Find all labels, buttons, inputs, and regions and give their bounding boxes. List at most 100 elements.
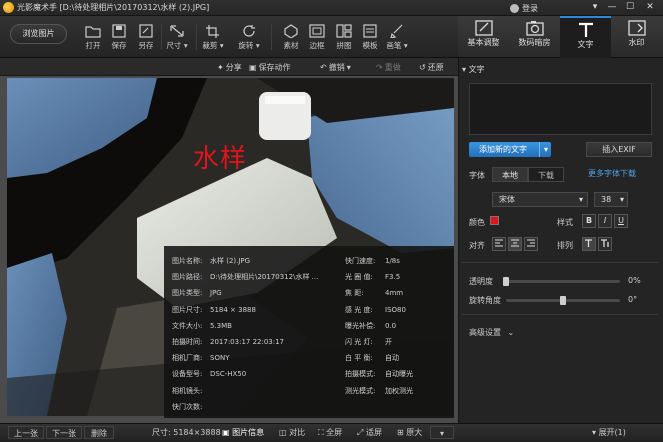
border-icon — [309, 24, 325, 38]
insert-exif-button[interactable]: 插入EXIF — [586, 142, 652, 157]
tab-digital-darkroom-label: 数码暗房 — [518, 38, 551, 47]
vertical-layout-button[interactable] — [598, 237, 612, 251]
font-size-select[interactable]: 38 ▾ — [594, 192, 628, 207]
expand-filmstrip-button[interactable]: ▾ 展开(1) — [592, 426, 626, 439]
folder-open-icon — [85, 26, 101, 38]
horizontal-layout-button[interactable] — [582, 237, 596, 251]
save-label: 保存 — [111, 41, 127, 50]
section-header[interactable]: ▾ 文字 — [462, 64, 485, 75]
rotate-angle-slider-handle[interactable] — [560, 296, 566, 305]
resize-button[interactable]: 尺寸 ▾ — [164, 22, 190, 54]
save-as-icon — [139, 24, 153, 38]
info-label: 曝光补偿: — [345, 321, 376, 330]
opacity-label: 透明度 — [469, 277, 493, 286]
compare-button[interactable]: ◫ 对比 — [279, 426, 305, 439]
align-right-button[interactable] — [524, 237, 538, 251]
restore-button[interactable]: ↺ 还原 — [419, 59, 444, 75]
login-label: 登录 — [522, 3, 538, 13]
chevron-down-icon: ▾ — [592, 428, 597, 437]
border-label: 边框 — [309, 41, 325, 50]
open-button[interactable]: 打开 — [80, 22, 106, 54]
info-value: ISO80 — [385, 305, 406, 314]
delete-button[interactable]: 删除 — [84, 426, 114, 439]
menu-dropdown-button[interactable]: ▾ — [588, 1, 602, 14]
template-button[interactable]: 模板 — [357, 22, 383, 54]
chevron-down-icon[interactable]: ▾ — [538, 142, 548, 157]
border-button[interactable]: 边框 — [304, 22, 330, 54]
next-image-button[interactable]: 下一张 — [46, 426, 82, 439]
text-input-area[interactable] — [469, 83, 652, 135]
rotate-button[interactable]: 旋转 ▾ — [236, 22, 262, 54]
fit-screen-button[interactable]: ⤢ 适屏 — [357, 426, 382, 439]
user-icon — [510, 3, 519, 13]
chevron-down-icon: ▾ — [578, 195, 583, 204]
info-value: 自动 — [385, 354, 399, 363]
brush-button[interactable]: 画笔 ▾ — [384, 22, 410, 54]
close-button[interactable]: ✕ — [643, 1, 657, 14]
add-text-button[interactable]: 添加新的文字 ▾ — [469, 142, 551, 157]
share-button[interactable]: ✦ 分享 — [217, 59, 242, 75]
fullscreen-button[interactable]: ⛶ 全屏 — [318, 426, 342, 439]
zoom-icon: ⊞ — [397, 428, 404, 437]
info-row: 图片路径: D:\待处理相片\20170312\水样 ... — [172, 272, 318, 282]
tab-watermark[interactable]: 水印 — [611, 16, 662, 58]
save-as-button[interactable]: 另存 — [133, 22, 159, 54]
add-text-label: 添加新的文字 — [479, 145, 527, 154]
info-row: 拍摄模式: 自动曝光 — [345, 369, 413, 379]
login-button[interactable]: 登录 — [510, 1, 538, 15]
watermark-text[interactable]: 水样 — [193, 138, 247, 175]
restore-label: 还原 — [427, 62, 444, 72]
align-label: 对齐 — [469, 241, 485, 250]
info-row: 感 光 度: ISO80 — [345, 305, 406, 315]
zoom-dropdown[interactable]: ▾ — [430, 426, 454, 439]
save-as-label: 另存 — [138, 41, 154, 50]
italic-button[interactable]: I — [598, 214, 612, 228]
template-label: 模板 — [362, 41, 378, 50]
color-label: 颜色 — [469, 218, 485, 227]
opacity-value: 0% — [628, 276, 641, 285]
info-label: 快门次数: — [172, 402, 203, 411]
info-label: 感 光 度: — [345, 305, 373, 314]
color-swatch[interactable] — [490, 216, 499, 225]
chevron-down-icon: ⌄ — [507, 328, 515, 337]
font-family-select[interactable]: 宋体 ▾ — [492, 192, 588, 207]
share-icon: ✦ — [217, 62, 224, 72]
align-left-button[interactable] — [492, 237, 506, 251]
font-local-tab[interactable]: 本地 — [492, 167, 528, 182]
undo-label: 撤销 — [328, 62, 345, 72]
info-row: 拍摄时间: 2017:03:17 22:03:17 — [172, 337, 284, 347]
info-value: 2017:03:17 22:03:17 — [210, 338, 285, 346]
redo-button[interactable]: ↷ 重做 — [376, 59, 401, 75]
material-button[interactable]: 素材 — [278, 22, 304, 54]
brush-icon — [390, 24, 403, 38]
tab-basic-adjust[interactable]: 基本调整 — [458, 16, 509, 58]
more-fonts-link[interactable]: 更多字体下载 — [588, 168, 636, 179]
camera-icon — [525, 21, 544, 36]
info-label: 拍摄时间: — [172, 338, 203, 346]
minimize-button[interactable]: — — [605, 1, 619, 14]
maximize-button[interactable]: ☐ — [623, 1, 637, 14]
undo-button[interactable]: ↶ 撤销 ▾ — [320, 59, 351, 75]
toolbar-divider — [196, 24, 197, 50]
actual-size-button[interactable]: ⊞ 原大 — [397, 426, 422, 439]
tab-text-label: 文字 — [577, 40, 594, 49]
save-action-button[interactable]: ▣ 保存动作 — [249, 59, 291, 75]
underline-button[interactable]: U — [614, 214, 628, 228]
opacity-slider-handle[interactable] — [503, 277, 509, 286]
align-center-button[interactable] — [508, 237, 522, 251]
browse-images-button[interactable]: 浏览图片 — [10, 24, 67, 44]
resize-icon — [170, 25, 184, 37]
tab-text[interactable]: 文字 — [560, 16, 611, 58]
font-download-tab[interactable]: 下载 — [528, 167, 564, 182]
fullscreen-icon: ⛶ — [318, 428, 324, 437]
info-row: 闪 光 灯: 开 — [345, 337, 392, 347]
opacity-slider[interactable] — [506, 280, 620, 283]
save-button[interactable]: 保存 — [106, 22, 132, 54]
advanced-settings-toggle[interactable]: 高级设置 ⌄ — [469, 327, 514, 338]
prev-image-button[interactable]: 上一张 — [8, 426, 44, 439]
bold-button[interactable]: B — [582, 214, 596, 228]
image-info-button[interactable]: ▣ 图片信息 — [222, 426, 264, 439]
tab-digital-darkroom[interactable]: 数码暗房 — [509, 16, 560, 58]
crop-button[interactable]: 裁剪 ▾ — [200, 22, 226, 54]
collage-button[interactable]: 拼图 — [331, 22, 357, 54]
